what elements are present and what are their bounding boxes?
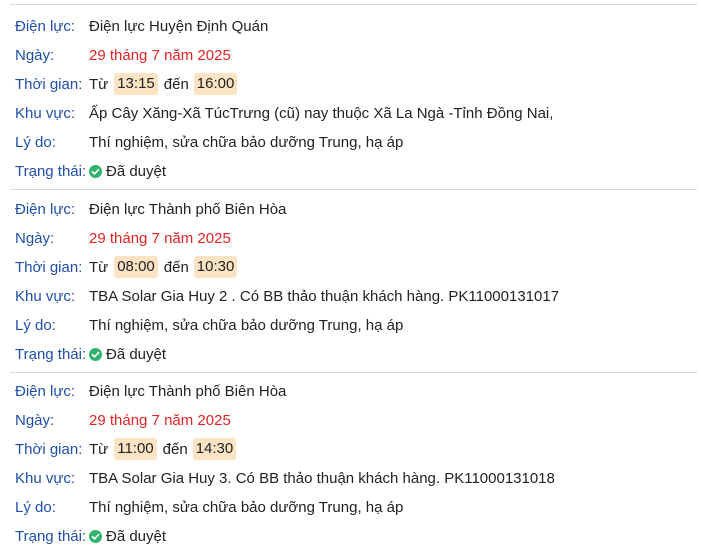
check-circle-icon bbox=[89, 164, 102, 178]
date-value: 29 tháng 7 năm 2025 bbox=[89, 46, 231, 64]
status-text: Đã duyệt bbox=[106, 162, 167, 180]
time-label: Thời gian: bbox=[15, 75, 83, 93]
from-text: Từ bbox=[89, 75, 109, 93]
status-label: Trạng thái: bbox=[15, 345, 87, 363]
time-value: Từ 08:00 đến 10:30 bbox=[89, 256, 238, 278]
unit-value: Điện lực Thành phố Biên Hòa bbox=[89, 382, 287, 400]
area-row: Khu vực: Ấp Cây Xăng-Xã TúcTrưng (cũ) na… bbox=[0, 99, 701, 127]
status-text: Đã duyệt bbox=[106, 345, 167, 363]
to-text: đến bbox=[163, 75, 189, 93]
divider bbox=[10, 189, 697, 190]
from-text: Từ bbox=[89, 258, 109, 276]
time-to-chip: 10:30 bbox=[193, 256, 238, 278]
reason-row: Lý do: Thí nghiệm, sửa chữa bảo dưỡng Tr… bbox=[0, 493, 701, 521]
date-label: Ngày: bbox=[15, 46, 55, 64]
time-row: Thời gian: Từ 11:00 đến 14:30 bbox=[0, 435, 701, 463]
area-label: Khu vực: bbox=[15, 104, 76, 122]
reason-label: Lý do: bbox=[15, 498, 56, 516]
status-value: Đã duyệt bbox=[89, 163, 166, 180]
status-text: Đã duyệt bbox=[106, 527, 167, 545]
time-value: Từ 13:15 đến 16:00 bbox=[89, 73, 238, 95]
reason-value: Thí nghiệm, sửa chữa bảo dưỡng Trung, hạ… bbox=[89, 133, 404, 151]
date-row: Ngày: 29 tháng 7 năm 2025 bbox=[0, 406, 701, 434]
area-value: TBA Solar Gia Huy 3. Có BB thảo thuận kh… bbox=[89, 469, 555, 487]
date-value: 29 tháng 7 năm 2025 bbox=[89, 411, 231, 429]
date-row: Ngày: 29 tháng 7 năm 2025 bbox=[0, 41, 701, 69]
area-value: Ấp Cây Xăng-Xã TúcTrưng (cũ) nay thuộc X… bbox=[89, 104, 554, 122]
time-from-chip: 08:00 bbox=[114, 256, 158, 278]
time-from-chip: 13:15 bbox=[114, 73, 158, 95]
to-text: đến bbox=[162, 440, 188, 458]
time-row: Thời gian: Từ 08:00 đến 10:30 bbox=[0, 253, 701, 281]
unit-row: Điện lực: Điện lực Thành phố Biên Hòa bbox=[0, 377, 701, 405]
outage-record: Điện lực: Điện lực Huyện Định Quán Ngày:… bbox=[0, 12, 701, 192]
status-label: Trạng thái: bbox=[15, 162, 87, 180]
time-to-chip: 16:00 bbox=[193, 73, 238, 95]
status-value: Đã duyệt bbox=[89, 346, 166, 363]
status-row: Trạng thái: Đã duyệt bbox=[0, 340, 701, 368]
time-to-chip: 14:30 bbox=[192, 438, 237, 460]
unit-row: Điện lực: Điện lực Huyện Định Quán bbox=[0, 12, 701, 40]
unit-value: Điện lực Thành phố Biên Hòa bbox=[89, 200, 287, 218]
time-row: Thời gian: Từ 13:15 đến 16:00 bbox=[0, 70, 701, 98]
unit-label: Điện lực: bbox=[15, 17, 76, 35]
time-label: Thời gian: bbox=[15, 258, 83, 276]
time-label: Thời gian: bbox=[15, 440, 83, 458]
divider bbox=[10, 4, 697, 5]
date-row: Ngày: 29 tháng 7 năm 2025 bbox=[0, 224, 701, 252]
date-label: Ngày: bbox=[15, 229, 55, 247]
status-value: Đã duyệt bbox=[89, 528, 166, 545]
unit-label: Điện lực: bbox=[15, 382, 76, 400]
check-circle-icon bbox=[89, 529, 102, 543]
reason-value: Thí nghiệm, sửa chữa bảo dưỡng Trung, hạ… bbox=[89, 316, 404, 334]
outage-schedule-list: Điện lực: Điện lực Huyện Định Quán Ngày:… bbox=[0, 0, 701, 552]
divider bbox=[10, 372, 697, 373]
unit-value: Điện lực Huyện Định Quán bbox=[89, 17, 269, 35]
area-label: Khu vực: bbox=[15, 287, 76, 305]
area-label: Khu vực: bbox=[15, 469, 76, 487]
area-value: TBA Solar Gia Huy 2 . Có BB thảo thuận k… bbox=[89, 287, 560, 305]
outage-record: Điện lực: Điện lực Thành phố Biên Hòa Ng… bbox=[0, 195, 701, 375]
reason-value: Thí nghiệm, sửa chữa bảo dưỡng Trung, hạ… bbox=[89, 498, 404, 516]
from-text: Từ bbox=[89, 440, 109, 458]
check-circle-icon bbox=[89, 347, 102, 361]
to-text: đến bbox=[163, 258, 189, 276]
date-label: Ngày: bbox=[15, 411, 55, 429]
reason-label: Lý do: bbox=[15, 316, 56, 334]
unit-label: Điện lực: bbox=[15, 200, 76, 218]
area-row: Khu vực: TBA Solar Gia Huy 3. Có BB thảo… bbox=[0, 464, 701, 492]
status-row: Trạng thái: Đã duyệt bbox=[0, 522, 701, 550]
status-row: Trạng thái: Đã duyệt bbox=[0, 157, 701, 185]
reason-label: Lý do: bbox=[15, 133, 56, 151]
status-label: Trạng thái: bbox=[15, 527, 87, 545]
area-row: Khu vực: TBA Solar Gia Huy 2 . Có BB thả… bbox=[0, 282, 701, 310]
reason-row: Lý do: Thí nghiệm, sửa chữa bảo dưỡng Tr… bbox=[0, 311, 701, 339]
time-value: Từ 11:00 đến 14:30 bbox=[89, 438, 237, 460]
date-value: 29 tháng 7 năm 2025 bbox=[89, 229, 231, 247]
unit-row: Điện lực: Điện lực Thành phố Biên Hòa bbox=[0, 195, 701, 223]
time-from-chip: 11:00 bbox=[114, 438, 157, 460]
outage-record: Điện lực: Điện lực Thành phố Biên Hòa Ng… bbox=[0, 377, 701, 552]
reason-row: Lý do: Thí nghiệm, sửa chữa bảo dưỡng Tr… bbox=[0, 128, 701, 156]
